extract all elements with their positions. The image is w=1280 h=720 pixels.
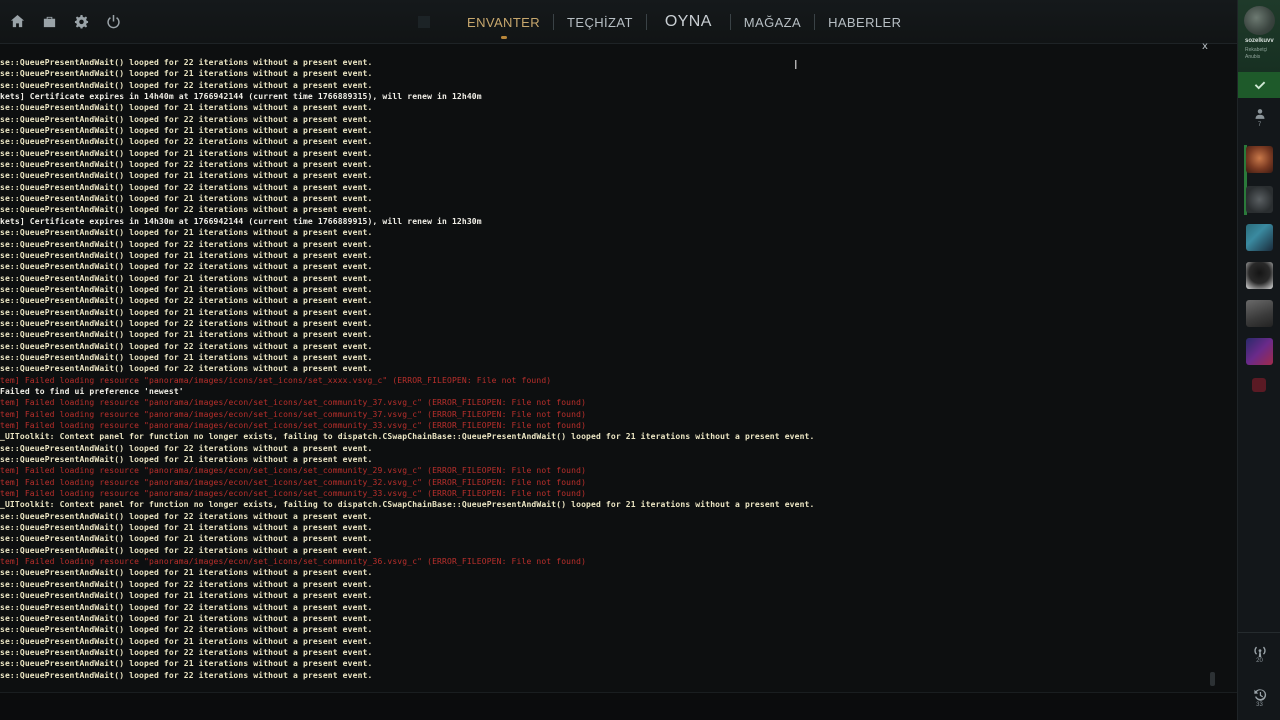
console-line: kets] Certificate expires in 14h30m at 1… xyxy=(0,216,482,226)
nav-decoration xyxy=(418,16,430,28)
friend-avatar[interactable] xyxy=(1252,378,1266,392)
cs2-main-menu: ENVANTER TEÇHİZAT OYNA MAĞAZA HABERLER x… xyxy=(0,0,1280,720)
console-line: se::QueuePresentAndWait() looped for 22 … xyxy=(0,625,373,635)
console-line: se::QueuePresentAndWait() looped for 22 … xyxy=(0,239,373,249)
console-line: se::QueuePresentAndWait() looped for 21 … xyxy=(0,659,373,669)
console-line: se::QueuePresentAndWait() looped for 22 … xyxy=(0,579,373,589)
top-nav-bar: ENVANTER TEÇHİZAT OYNA MAĞAZA HABERLER xyxy=(0,0,1237,44)
console-line: se::QueuePresentAndWait() looped for 21 … xyxy=(0,523,373,533)
console-line: se::QueuePresentAndWait() looped for 21 … xyxy=(0,148,373,158)
console-line: se::QueuePresentAndWait() looped for 21 … xyxy=(0,284,373,294)
console-line: se::QueuePresentAndWait() looped for 21 … xyxy=(0,307,373,317)
briefcase-icon[interactable] xyxy=(40,12,58,30)
console-line: tem] Failed loading resource "panorama/i… xyxy=(0,375,552,385)
tab-magaza[interactable]: MAĞAZA xyxy=(731,15,814,30)
console-line: se::QueuePresentAndWait() looped for 22 … xyxy=(0,602,373,612)
console-log[interactable]: se::QueuePresentAndWait() looped for 22 … xyxy=(0,57,1205,687)
text-cursor-icon: I xyxy=(794,58,798,72)
history-button[interactable]: 33 xyxy=(1238,688,1280,718)
console-line: _UIToolkit: Context panel for function n… xyxy=(0,432,815,442)
console-line: se::QueuePresentAndWait() looped for 21 … xyxy=(0,228,373,238)
friends-count: 7 xyxy=(1257,122,1262,128)
person-icon xyxy=(1255,109,1264,119)
signal-count: 20 xyxy=(1256,658,1263,664)
console-line: se::QueuePresentAndWait() looped for 21 … xyxy=(0,352,373,362)
ready-button[interactable] xyxy=(1238,72,1280,98)
console-line: se::QueuePresentAndWait() looped for 21 … xyxy=(0,613,373,623)
gear-icon[interactable] xyxy=(72,12,90,30)
console-line: _UIToolkit: Context panel for function n… xyxy=(0,500,815,510)
friend-avatar[interactable] xyxy=(1246,262,1273,289)
console-line: se::QueuePresentAndWait() looped for 21 … xyxy=(0,250,373,260)
console-line: se::QueuePresentAndWait() looped for 21 … xyxy=(0,69,373,79)
console-line: se::QueuePresentAndWait() looped for 21 … xyxy=(0,126,373,136)
console-line: se::QueuePresentAndWait() looped for 22 … xyxy=(0,647,373,657)
console-line: se::QueuePresentAndWait() looped for 22 … xyxy=(0,80,373,90)
console-line: tem] Failed loading resource "panorama/i… xyxy=(0,477,587,487)
console-line: se::QueuePresentAndWait() looped for 21 … xyxy=(0,534,373,544)
console-line: kets] Certificate expires in 14h40m at 1… xyxy=(0,92,482,102)
console-line: se::QueuePresentAndWait() looped for 22 … xyxy=(0,160,373,170)
console-line: se::QueuePresentAndWait() looped for 21 … xyxy=(0,171,373,181)
console-line: se::QueuePresentAndWait() looped for 22 … xyxy=(0,511,373,521)
console-line: tem] Failed loading resource "panorama/i… xyxy=(0,421,587,430)
console-line: se::QueuePresentAndWait() looped for 21 … xyxy=(0,330,373,340)
profile-status: Rekabetçi Anubis xyxy=(1245,47,1268,60)
console-line: se::QueuePresentAndWait() looped for 21 … xyxy=(0,636,373,646)
history-count: 33 xyxy=(1256,702,1263,708)
console-line: se::QueuePresentAndWait() looped for 22 … xyxy=(0,545,373,555)
friend-avatar[interactable] xyxy=(1246,146,1273,173)
avatar[interactable] xyxy=(1244,6,1275,35)
friend-avatar[interactable] xyxy=(1246,186,1273,213)
friends-sidebar: sozelkuvv Rekabetçi Anubis 7 20 33 xyxy=(1237,0,1280,720)
console-scrollbar[interactable] xyxy=(1208,52,1216,692)
console-line: se::QueuePresentAndWait() looped for 22 … xyxy=(0,670,373,680)
console-line: se::QueuePresentAndWait() looped for 22 … xyxy=(0,182,373,192)
console-line: se::QueuePresentAndWait() looped for 21 … xyxy=(0,194,373,204)
tab-haberler[interactable]: HABERLER xyxy=(815,15,914,30)
main-nav: ENVANTER TEÇHİZAT OYNA MAĞAZA HABERLER xyxy=(418,0,914,44)
console-line: se::QueuePresentAndWait() looped for 21 … xyxy=(0,455,373,465)
profile-name: sozelkuvv xyxy=(1245,38,1274,44)
console-line: se::QueuePresentAndWait() looped for 22 … xyxy=(0,262,373,272)
friend-avatar[interactable] xyxy=(1246,224,1273,251)
console-line: se::QueuePresentAndWait() looped for 22 … xyxy=(0,114,373,124)
console-line: se::QueuePresentAndWait() looped for 22 … xyxy=(0,364,373,374)
signal-button[interactable]: 20 xyxy=(1238,644,1280,672)
console-line: tem] Failed loading resource "panorama/i… xyxy=(0,489,587,499)
tab-envanter[interactable]: ENVANTER xyxy=(454,15,553,39)
console-line: se::QueuePresentAndWait() looped for 21 … xyxy=(0,568,373,578)
console-line: tem] Failed loading resource "panorama/i… xyxy=(0,409,587,419)
home-icon[interactable] xyxy=(8,12,26,30)
system-icons xyxy=(8,12,122,30)
tab-oyna[interactable]: OYNA xyxy=(647,13,730,31)
friends-button[interactable]: 7 xyxy=(1238,108,1280,138)
profile-card[interactable]: sozelkuvv Rekabetçi Anubis xyxy=(1238,0,1280,72)
signal-icon xyxy=(1253,646,1266,658)
sidebar-divider xyxy=(1238,632,1280,633)
console-line: se::QueuePresentAndWait() looped for 22 … xyxy=(0,443,373,453)
console-line: tem] Failed loading resource "panorama/i… xyxy=(0,557,587,567)
console-line: se::QueuePresentAndWait() looped for 22 … xyxy=(0,58,373,67)
console-line: se::QueuePresentAndWait() looped for 22 … xyxy=(0,205,373,215)
power-icon[interactable] xyxy=(104,12,122,30)
history-icon xyxy=(1253,689,1266,701)
console-line: se::QueuePresentAndWait() looped for 22 … xyxy=(0,318,373,328)
console-input-strip[interactable] xyxy=(0,692,1237,720)
console-line: tem] Failed loading resource "panorama/i… xyxy=(0,398,587,408)
console-line: se::QueuePresentAndWait() looped for 21 … xyxy=(0,591,373,601)
friend-avatar[interactable] xyxy=(1246,338,1273,365)
console-line: se::QueuePresentAndWait() looped for 22 … xyxy=(0,341,373,351)
console-line: tem] Failed loading resource "panorama/i… xyxy=(0,466,587,476)
tab-techizat[interactable]: TEÇHİZAT xyxy=(554,15,646,30)
developer-console: x se::QueuePresentAndWait() looped for 2… xyxy=(0,41,1216,692)
console-line: se::QueuePresentAndWait() looped for 21 … xyxy=(0,103,373,113)
console-line: se::QueuePresentAndWait() looped for 22 … xyxy=(0,137,373,147)
console-line: Failed to find ui preference 'newest' xyxy=(0,386,184,396)
friend-avatar[interactable] xyxy=(1246,300,1273,327)
console-line: se::QueuePresentAndWait() looped for 22 … xyxy=(0,296,373,306)
checkmark-icon xyxy=(1254,81,1265,90)
console-scroll-thumb[interactable] xyxy=(1210,672,1215,686)
console-line: se::QueuePresentAndWait() looped for 21 … xyxy=(0,273,373,283)
